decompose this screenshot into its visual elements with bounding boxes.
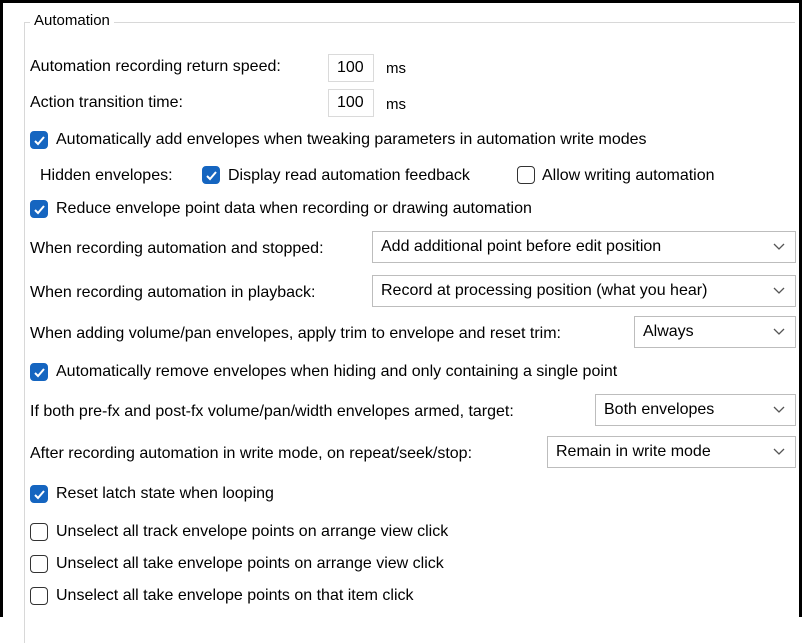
chevron-down-icon [773,406,785,413]
after-write-dropdown[interactable]: Remain in write mode [547,436,796,468]
checkmark-icon [206,171,217,181]
unselect-track-label: Unselect all track envelope points on ar… [56,523,449,540]
target-dropdown[interactable]: Both envelopes [595,394,796,426]
unselect-track-checkbox[interactable] [30,523,48,541]
allow-writing-checkbox[interactable] [517,166,535,184]
unselect-item-label: Unselect all take envelope points on tha… [56,587,414,604]
checkmark-icon [34,205,45,215]
hidden-envelopes-label: Hidden envelopes: [40,167,173,184]
checkmark-icon [34,136,45,146]
trim-dropdown-value: Always [643,323,694,340]
auto-remove-checkbox[interactable] [30,363,48,381]
playback-label: When recording automation in playback: [30,284,316,301]
checkmark-icon [34,490,45,500]
recording-return-speed-unit: ms [386,60,406,77]
after-write-dropdown-value: Remain in write mode [556,443,711,460]
reduce-point-data-label: Reduce envelope point data when recordin… [56,200,532,217]
auto-remove-label: Automatically remove envelopes when hidi… [56,363,618,380]
display-read-label: Display read automation feedback [228,167,470,184]
auto-add-checkbox[interactable] [30,131,48,149]
reduce-point-data-checkbox[interactable] [30,200,48,218]
unselect-take-label: Unselect all take envelope points on arr… [56,555,444,572]
chevron-down-icon [773,287,785,294]
stopped-dropdown-value: Add additional point before edit positio… [381,238,662,255]
reset-latch-label: Reset latch state when looping [56,485,274,502]
stopped-label: When recording automation and stopped: [30,240,324,257]
recording-return-speed-label: Automation recording return speed: [30,58,281,75]
action-transition-input[interactable]: 100 [328,89,374,117]
unselect-item-checkbox[interactable] [30,587,48,605]
playback-dropdown[interactable]: Record at processing position (what you … [372,275,796,307]
after-write-label: After recording automation in write mode… [30,445,473,462]
group-title: Automation [30,12,114,29]
trim-dropdown[interactable]: Always [634,316,796,348]
trim-label: When adding volume/pan envelopes, apply … [30,325,561,342]
action-transition-label: Action transition time: [30,94,183,111]
playback-dropdown-value: Record at processing position (what you … [381,282,708,299]
chevron-down-icon [773,448,785,455]
stopped-dropdown[interactable]: Add additional point before edit positio… [372,231,796,263]
auto-add-label: Automatically add envelopes when tweakin… [56,131,647,148]
target-dropdown-value: Both envelopes [604,401,715,418]
allow-writing-label: Allow writing automation [542,167,715,184]
unselect-take-checkbox[interactable] [30,555,48,573]
recording-return-speed-input[interactable]: 100 [328,54,374,82]
chevron-down-icon [773,243,785,250]
reset-latch-checkbox[interactable] [30,485,48,503]
checkmark-icon [34,368,45,378]
action-transition-unit: ms [386,96,406,113]
target-label: If both pre-fx and post-fx volume/pan/wi… [30,403,514,420]
chevron-down-icon [773,328,785,335]
display-read-checkbox[interactable] [202,166,220,184]
